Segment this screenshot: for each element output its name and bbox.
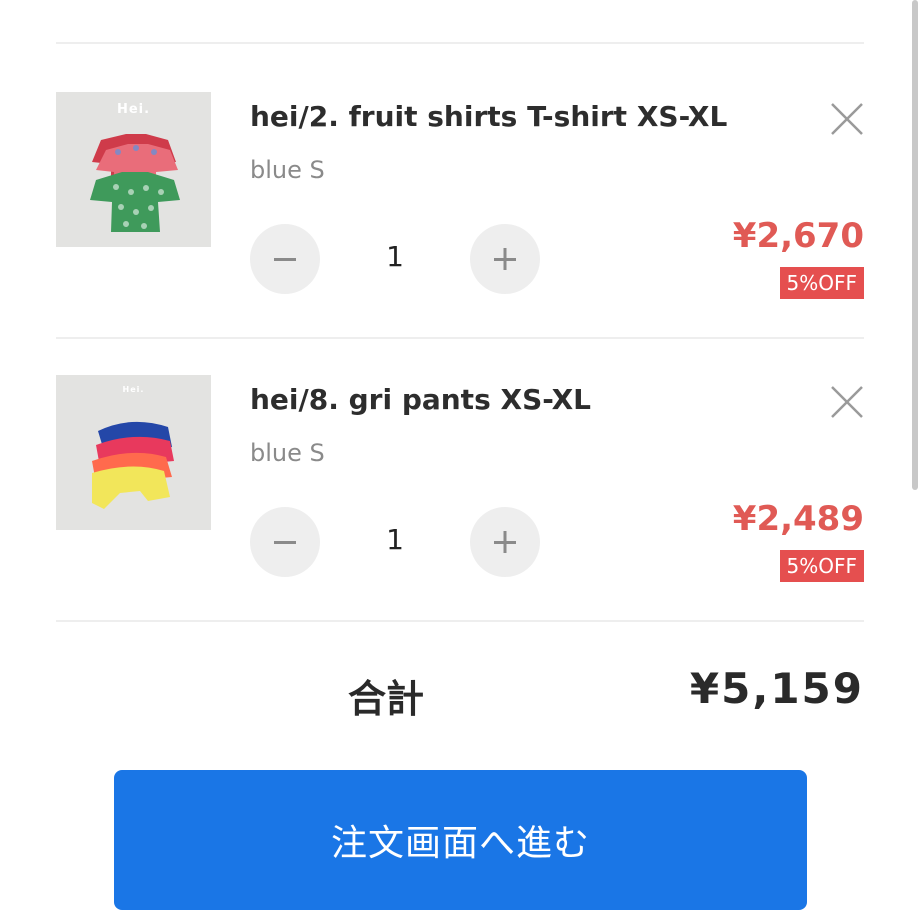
pants-stack-illustration (56, 375, 211, 530)
total-value: ¥5,159 (689, 664, 864, 713)
quantity-value: 1 (386, 523, 404, 556)
proceed-to-order-button[interactable]: 注文画面へ進む (114, 770, 807, 910)
decrement-button[interactable] (250, 507, 320, 577)
minus-icon (274, 541, 296, 544)
product-image[interactable]: Hei. (56, 375, 211, 530)
item-divider (56, 337, 864, 339)
summary-divider (56, 620, 864, 622)
increment-button[interactable] (470, 507, 540, 577)
product-title[interactable]: hei/8. gri pants XS-XL (250, 383, 591, 416)
scrollbar[interactable] (912, 0, 918, 490)
close-icon (831, 386, 863, 418)
item-price: ¥2,489 (732, 499, 864, 539)
brand-watermark: Hei. (122, 385, 145, 394)
total-label: 合計 (348, 677, 425, 721)
cart-item: Hei. hei/8. gri pants XS-XL blue S 1 ¥2,… (0, 0, 920, 582)
plus-icon (494, 531, 516, 553)
discount-badge: 5%OFF (779, 550, 864, 582)
product-variant: blue S (250, 439, 325, 467)
remove-item-button[interactable] (830, 385, 864, 419)
